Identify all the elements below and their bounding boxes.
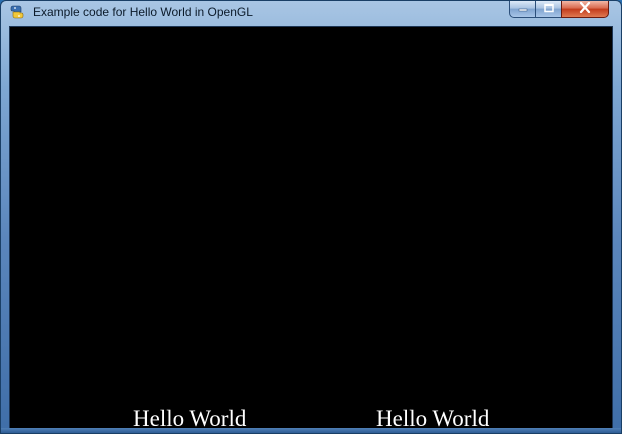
opengl-canvas[interactable]: Hello World Hello World	[9, 26, 613, 430]
title-bar[interactable]: Example code for Hello World in OpenGL	[1, 1, 621, 23]
hello-world-text-right: Hello World	[376, 406, 490, 430]
maximize-icon	[543, 0, 555, 18]
python-icon[interactable]	[9, 4, 25, 20]
window-bottom-border	[1, 428, 621, 433]
hello-world-text-left: Hello World	[133, 406, 247, 430]
window-title: Example code for Hello World in OpenGL	[33, 5, 253, 19]
close-icon	[579, 0, 591, 18]
app-window: Example code for Hello World in OpenGL H…	[0, 0, 622, 434]
close-button[interactable]	[561, 1, 609, 18]
maximize-button[interactable]	[535, 1, 562, 18]
minimize-icon	[517, 0, 529, 18]
minimize-button[interactable]	[509, 1, 536, 18]
